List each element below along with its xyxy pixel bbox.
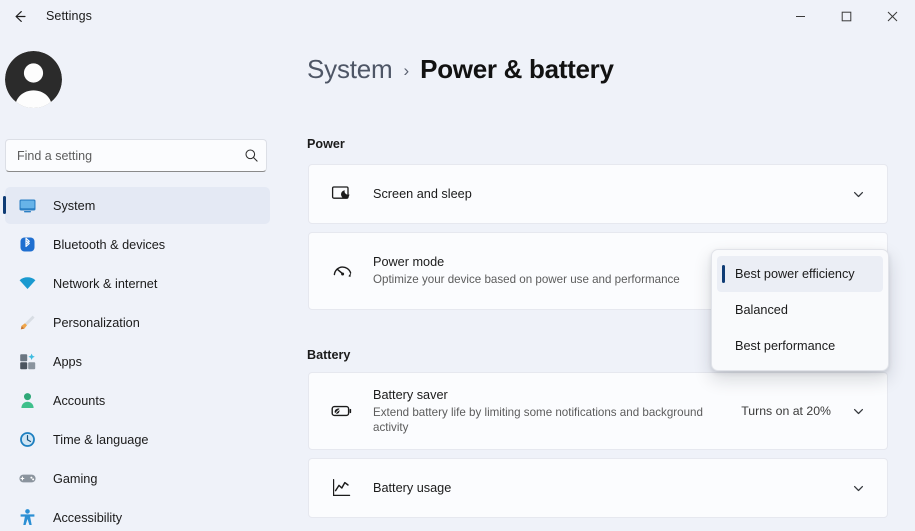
chevron-down-icon[interactable] xyxy=(847,477,869,499)
sidebar-item-label: Apps xyxy=(53,354,82,369)
sidebar-item-network-internet[interactable]: Network & internet xyxy=(5,265,270,302)
sidebar: System Bluetooth & devices Network xyxy=(0,32,280,531)
line-chart-icon xyxy=(329,475,355,501)
dropdown-option-label: Best performance xyxy=(735,339,836,353)
battery-leaf-icon xyxy=(329,398,355,424)
page-title: Power & battery xyxy=(420,54,614,84)
accessibility-icon xyxy=(16,508,38,528)
chevron-right-icon: › xyxy=(403,61,410,80)
monitor-moon-icon xyxy=(329,181,355,207)
sidebar-item-label: Time & language xyxy=(53,432,149,447)
sidebar-item-label: Personalization xyxy=(53,315,140,330)
sidebar-item-gaming[interactable]: Gaming xyxy=(5,460,270,497)
card-text: Screen and sleep xyxy=(373,186,847,203)
dropdown-option-label: Best power efficiency xyxy=(735,267,855,281)
minimize-button[interactable] xyxy=(777,0,823,32)
sidebar-item-apps[interactable]: Apps xyxy=(5,343,270,380)
dropdown-option-label: Balanced xyxy=(735,303,788,317)
back-button[interactable] xyxy=(0,0,38,32)
app-title: Settings xyxy=(46,9,92,23)
breadcrumb: System › Power & battery xyxy=(307,54,614,85)
gauge-icon xyxy=(329,258,355,284)
dropdown-option-best-power-efficiency[interactable]: Best power efficiency xyxy=(717,256,883,292)
card-battery-usage[interactable]: Battery usage xyxy=(308,458,888,518)
sidebar-item-bluetooth-devices[interactable]: Bluetooth & devices xyxy=(5,226,270,263)
chevron-down-icon[interactable] xyxy=(847,183,869,205)
card-screen-and-sleep[interactable]: Screen and sleep xyxy=(308,164,888,224)
close-button[interactable] xyxy=(869,0,915,32)
paintbrush-icon xyxy=(16,313,38,333)
sidebar-item-time-language[interactable]: Time & language xyxy=(5,421,270,458)
battery-saver-value: Turns on at 20% xyxy=(741,404,831,418)
sidebar-item-accounts[interactable]: Accounts xyxy=(5,382,270,419)
avatar[interactable] xyxy=(5,51,62,108)
sidebar-item-personalization[interactable]: Personalization xyxy=(5,304,270,341)
maximize-button[interactable] xyxy=(823,0,869,32)
bluetooth-icon xyxy=(16,235,38,255)
card-title: Battery usage xyxy=(373,480,452,495)
sidebar-item-label: Gaming xyxy=(53,471,98,486)
sidebar-item-label: Accounts xyxy=(53,393,106,408)
card-description: Extend battery life by limiting some not… xyxy=(373,405,703,435)
sidebar-item-label: Network & internet xyxy=(53,276,158,291)
card-text: Battery saver Extend battery life by lim… xyxy=(373,387,741,436)
sidebar-item-label: Accessibility xyxy=(53,510,123,525)
card-title: Screen and sleep xyxy=(373,186,472,201)
sidebar-item-label: Bluetooth & devices xyxy=(53,237,166,252)
gamepad-icon xyxy=(16,469,38,489)
person-icon xyxy=(16,391,38,411)
power-mode-dropdown: Best power efficiency Balanced Best perf… xyxy=(711,249,889,371)
sidebar-nav: System Bluetooth & devices Network & int… xyxy=(0,187,280,531)
breadcrumb-parent[interactable]: System xyxy=(307,54,393,85)
section-header-battery: Battery xyxy=(307,348,351,362)
card-title: Battery saver xyxy=(373,387,448,402)
window-controls xyxy=(777,0,915,32)
search-icon xyxy=(236,148,266,163)
clock-icon xyxy=(16,430,38,450)
settings-window: Settings Find a setting System Bluetooth… xyxy=(0,0,915,531)
sidebar-item-system[interactable]: System xyxy=(3,187,270,224)
sidebar-item-accessibility[interactable]: Accessibility xyxy=(5,499,270,531)
titlebar: Settings xyxy=(0,0,915,32)
sidebar-item-label: System xyxy=(53,198,96,213)
monitor-icon xyxy=(16,196,38,216)
search-input[interactable] xyxy=(6,148,236,163)
card-text: Battery usage xyxy=(373,480,847,497)
dropdown-option-best-performance[interactable]: Best performance xyxy=(717,328,883,364)
dropdown-option-balanced[interactable]: Balanced xyxy=(717,292,883,328)
chevron-down-icon[interactable] xyxy=(847,400,869,422)
search-box[interactable] xyxy=(5,139,267,172)
card-battery-saver[interactable]: Battery saver Extend battery life by lim… xyxy=(308,372,888,450)
apps-icon xyxy=(16,352,38,372)
wifi-icon xyxy=(16,274,38,294)
section-header-power: Power xyxy=(307,137,345,151)
